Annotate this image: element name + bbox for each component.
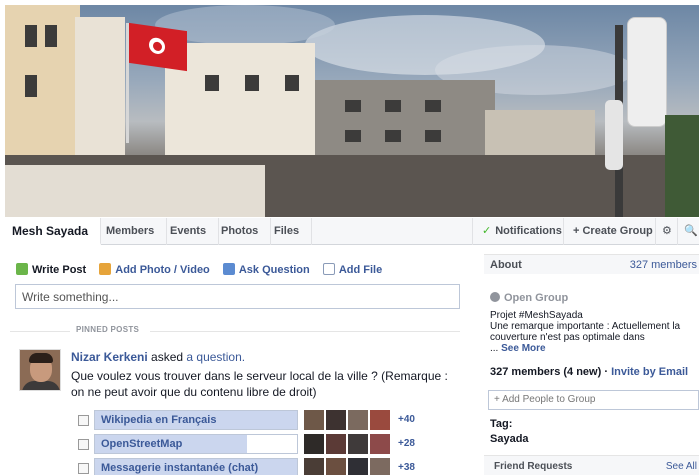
poll-checkbox[interactable] xyxy=(78,415,89,426)
tag-label: Tag: xyxy=(490,418,513,430)
author-name-link[interactable]: Nizar Kerkeni xyxy=(71,350,148,364)
voter-avatars[interactable] xyxy=(304,410,392,430)
members-summary: 327 members (4 new) · Invite by Email xyxy=(490,366,689,378)
poll-more-voters[interactable]: +40 xyxy=(398,414,415,425)
speech-bubble-icon xyxy=(16,263,28,275)
poll-option-label: Wikipedia en Français xyxy=(101,414,217,426)
poll-more-voters[interactable]: +28 xyxy=(398,438,415,449)
cover-photo xyxy=(5,5,699,217)
poll-option[interactable]: Wikipedia en Français +40 xyxy=(78,410,428,430)
add-people-input[interactable]: + Add People to Group xyxy=(488,390,699,410)
pinned-posts-label: PINNED POSTS xyxy=(76,325,140,334)
create-group-button[interactable]: + Create Group xyxy=(563,218,662,245)
friend-requests-title: Friend Requests xyxy=(494,461,573,472)
group-tab-bar: Mesh Sayada Members Events Photos Files … xyxy=(0,218,699,245)
post-question-text: Que voulez vous trouver dans le serveur … xyxy=(71,369,448,399)
author-avatar[interactable] xyxy=(19,349,61,391)
about-title: About xyxy=(490,259,522,271)
search-icon[interactable]: 🔍 xyxy=(677,218,699,245)
see-more-link[interactable]: See More xyxy=(501,343,545,354)
pinned-posts-divider: PINNED POSTS xyxy=(10,325,460,337)
tab-files[interactable]: Files xyxy=(262,218,313,245)
poll-more-voters[interactable]: +38 xyxy=(398,462,415,473)
about-header: About 327 members xyxy=(484,254,699,274)
poll-option[interactable]: OpenStreetMap +28 xyxy=(78,434,428,454)
members-count-link[interactable]: 327 members xyxy=(630,259,697,271)
poll-option-label: Messagerie instantanée (chat) xyxy=(101,462,259,474)
friend-requests-header: Friend Requests See All xyxy=(484,455,699,475)
notifications-button[interactable]: ✓ Notifications xyxy=(472,218,571,245)
write-post-button[interactable]: Write Post xyxy=(16,262,86,278)
flag-image xyxy=(129,22,187,72)
see-all-link[interactable]: See All xyxy=(666,461,697,472)
voter-avatars[interactable] xyxy=(304,458,392,475)
tab-members[interactable]: Members xyxy=(94,218,168,245)
privacy-label: Open Group xyxy=(490,292,568,304)
group-description: Projet #MeshSayada Une remarque importan… xyxy=(490,310,681,354)
composer-actions: Write Post Add Photo / Video Ask Questio… xyxy=(16,262,392,278)
tag-value[interactable]: Sayada xyxy=(490,433,529,445)
invite-by-email-link[interactable]: Invite by Email xyxy=(611,366,688,378)
file-icon xyxy=(322,263,335,275)
ask-question-button[interactable]: Ask Question xyxy=(222,262,310,278)
voter-avatars[interactable] xyxy=(304,434,392,454)
question-icon xyxy=(222,263,235,275)
globe-icon xyxy=(490,292,500,302)
poll-checkbox[interactable] xyxy=(78,439,89,450)
checkmark-icon: ✓ xyxy=(482,225,492,237)
question-link[interactable]: a question. xyxy=(186,350,245,364)
add-file-button[interactable]: Add File xyxy=(322,262,382,278)
post-header: Nizar Kerkeni asked a question. xyxy=(71,350,246,364)
write-something-input[interactable]: Write something... xyxy=(15,284,460,309)
add-photo-button[interactable]: Add Photo / Video xyxy=(99,262,210,278)
poll-option[interactable]: Messagerie instantanée (chat) +38 xyxy=(78,458,428,475)
gear-icon[interactable]: ⚙ xyxy=(655,218,678,245)
poll-checkbox[interactable] xyxy=(78,463,89,474)
photo-icon xyxy=(99,263,112,275)
poll-option-label: OpenStreetMap xyxy=(101,438,183,450)
tab-group-name[interactable]: Mesh Sayada xyxy=(0,218,102,245)
